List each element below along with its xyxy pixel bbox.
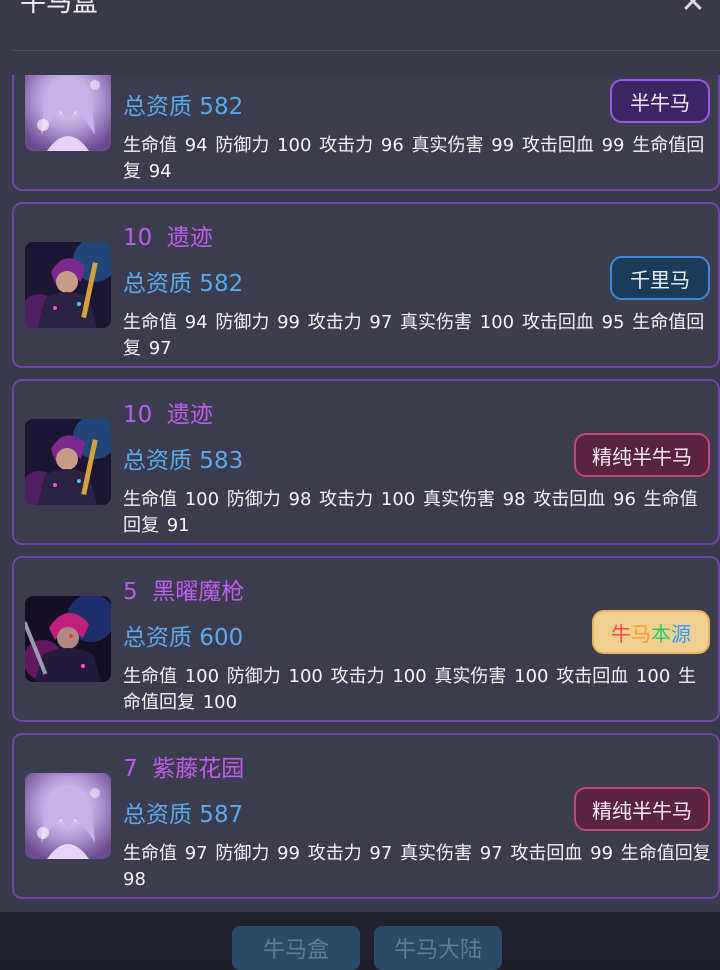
stats-text: 生命值 100 防御力 100 攻击力 100 真实伤害 100 攻击回血 10… (123, 666, 696, 713)
rank-badge-label: 牛马本源 (611, 621, 691, 646)
tab-niuma-box[interactable]: 牛马盒 (232, 926, 360, 970)
avatar-cyber-warrior (25, 242, 111, 328)
list-item[interactable]: 10 遗迹 总资质 582 千里马 生命值 94 防御力 99 攻击力 97 真… (12, 202, 720, 368)
total-quality: 总资质 583 (123, 448, 244, 474)
rank-badge[interactable]: 半牛马 (610, 79, 710, 123)
avatar-cyber-warrior (25, 419, 111, 505)
total-quality: 总资质 582 (123, 94, 244, 120)
character-name: 10 遗迹 (123, 402, 213, 428)
character-list[interactable]: 总资质 582 半牛马 生命值 94 防御力 100 攻击力 96 真实伤害 9… (0, 75, 720, 912)
rank-badge[interactable]: 牛马本源 (592, 610, 710, 654)
rank-badge[interactable]: 精纯半牛马 (574, 433, 710, 477)
stats-text: 生命值 100 防御力 98 攻击力 100 真实伤害 98 攻击回血 96 生… (123, 489, 698, 536)
list-item[interactable]: 7 紫藤花园 总资质 587 精纯半牛马 生命值 97 防御力 99 攻击力 9… (12, 733, 720, 899)
character-name: 7 紫藤花园 (123, 756, 245, 782)
total-quality: 总资质 582 (123, 271, 244, 297)
tab-niuma-continent[interactable]: 牛马大陆 (374, 926, 502, 970)
list-item[interactable]: 5 黑曜魔枪 总资质 600 牛马本源 生命值 100 防御力 100 攻击力 … (12, 556, 720, 722)
total-quality: 总资质 600 (123, 625, 244, 651)
total-quality: 总资质 587 (123, 802, 244, 828)
modal-title: 牛马盒 (20, 0, 99, 18)
stats-text: 生命值 97 防御力 99 攻击力 97 真实伤害 97 攻击回血 99 生命值… (123, 843, 711, 890)
avatar-red-eyed-warrior (25, 596, 111, 682)
rank-badge[interactable]: 千里马 (610, 256, 710, 300)
rank-badge[interactable]: 精纯半牛马 (574, 787, 710, 831)
character-name: 10 遗迹 (123, 225, 213, 251)
bottom-nav-bar (0, 912, 720, 960)
stats-text: 生命值 94 防御力 99 攻击力 97 真实伤害 100 攻击回血 95 生命… (123, 312, 705, 359)
header-divider (12, 50, 720, 51)
close-icon[interactable]: ✕ (678, 0, 708, 18)
avatar-purple-haired-girl (25, 773, 111, 859)
niuma-box-modal: 牛马盒 ✕ 总资质 582 半牛马 生命值 94 防御力 100 攻击力 96 … (0, 0, 720, 912)
avatar-purple-haired-girl (25, 75, 111, 151)
character-name: 5 黑曜魔枪 (123, 579, 245, 605)
list-item[interactable]: 总资质 582 半牛马 生命值 94 防御力 100 攻击力 96 真实伤害 9… (12, 75, 720, 191)
list-item[interactable]: 10 遗迹 总资质 583 精纯半牛马 生命值 100 防御力 98 攻击力 1… (12, 379, 720, 545)
stats-text: 生命值 94 防御力 100 攻击力 96 真实伤害 99 攻击回血 99 生命… (123, 135, 705, 182)
